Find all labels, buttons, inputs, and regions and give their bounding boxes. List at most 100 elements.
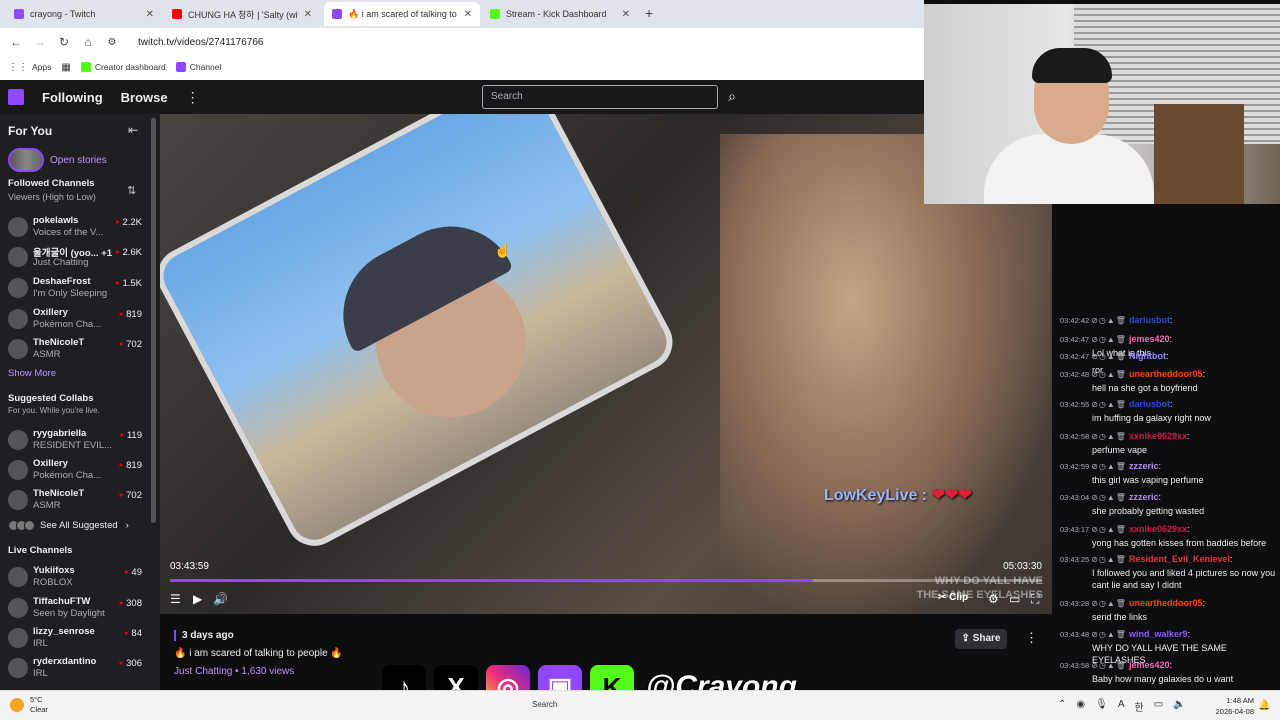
- nav-following[interactable]: Following: [42, 90, 103, 105]
- notification-icon[interactable]: 🔔: [1258, 700, 1270, 711]
- twitch-logo-icon[interactable]: [8, 89, 24, 105]
- chat-username[interactable]: zzzeric: [1129, 461, 1159, 471]
- followed-channel[interactable]: DeshaeFrost I'm Only Sleeping 1.5K: [8, 275, 148, 303]
- clip-label: Clip: [949, 592, 969, 603]
- video-player[interactable]: ☝ LowKeyLive : ❤❤❤ WHY DO YALL HAVE THE …: [160, 114, 1052, 614]
- chat-username[interactable]: wind_walker9: [1129, 629, 1188, 639]
- search-icon[interactable]: ⌕: [720, 85, 744, 109]
- chapters-icon[interactable]: ☰: [170, 592, 181, 606]
- tab-groups-icon[interactable]: ▦: [61, 62, 70, 73]
- close-tab-icon[interactable]: ✕: [146, 9, 154, 20]
- fullscreen-icon[interactable]: ⛶: [1031, 592, 1039, 607]
- taskbar-search[interactable]: Search: [532, 700, 557, 709]
- settings-gear-icon[interactable]: ⚙: [988, 592, 999, 606]
- new-tab-button[interactable]: +: [645, 5, 653, 21]
- tab-kick-dashboard[interactable]: Stream - Kick Dashboard ✕: [482, 2, 638, 26]
- tab-current-video[interactable]: 🔥 i am scared of talking to peo ✕: [324, 2, 480, 26]
- followed-channel[interactable]: 울개굴이 (yoo... +1 Just Chatting 2.6K: [8, 244, 148, 272]
- chat-username[interactable]: uneartheddoor05: [1129, 369, 1203, 379]
- chat-username[interactable]: zzzeric: [1129, 492, 1159, 502]
- mod-tools-icon[interactable]: ⊘◷▲🗑: [1091, 370, 1127, 379]
- clip-button[interactable]: ✂ Clip: [938, 592, 968, 603]
- avatar: [8, 460, 28, 480]
- network-icon[interactable]: ◉: [1076, 699, 1085, 714]
- back-icon[interactable]: ←: [4, 35, 28, 49]
- followed-channel[interactable]: TheNicoleT ASMR 702: [8, 336, 148, 364]
- chat-separator: :: [1158, 461, 1161, 471]
- mod-tools-icon[interactable]: ⊘◷▲🗑: [1091, 462, 1127, 471]
- suggested-channel[interactable]: TheNicoleT ASMR 702: [8, 487, 148, 515]
- theatre-mode-icon[interactable]: ▭: [1009, 592, 1020, 606]
- play-icon[interactable]: ▶: [193, 592, 202, 606]
- share-button[interactable]: ⇪ Share: [955, 629, 1007, 649]
- close-tab-icon[interactable]: ✕: [622, 9, 630, 20]
- sort-icon[interactable]: ⇅: [127, 184, 136, 197]
- display-icon[interactable]: ▭: [1154, 699, 1163, 714]
- weather-widget[interactable]: 5°C Clear: [10, 695, 48, 715]
- see-all-suggested-link[interactable]: See All Suggested ›: [8, 520, 129, 531]
- chat-message: 03:43:28 ⊘◷▲🗑 uneartheddoor05: send the li…: [1060, 597, 1276, 623]
- chat-separator: :: [1169, 315, 1173, 325]
- avatar: [8, 628, 28, 648]
- search-input[interactable]: Search: [482, 85, 718, 109]
- chat-username[interactable]: uneartheddoor05: [1129, 598, 1203, 608]
- mod-tools-icon[interactable]: ⊘◷▲🗑: [1091, 661, 1127, 670]
- chat-username[interactable]: xxnike0629xx: [1129, 431, 1187, 441]
- volume-icon[interactable]: 🔊: [213, 592, 228, 606]
- chat-username[interactable]: Resident_Evil_Kenievel: [1129, 554, 1230, 564]
- sidebar-scrollbar[interactable]: [151, 118, 156, 523]
- ime-icon[interactable]: 한: [1135, 699, 1144, 714]
- followed-channel[interactable]: Oxillery Pokémon Cha... 819: [8, 306, 148, 334]
- more-options-icon[interactable]: ⋮: [1025, 630, 1038, 646]
- forward-icon[interactable]: →: [28, 35, 52, 49]
- mod-tools-icon[interactable]: ⊘◷▲🗑: [1091, 555, 1127, 564]
- url-field[interactable]: twitch.tv/videos/2741176766: [138, 37, 263, 48]
- close-tab-icon[interactable]: ✕: [464, 9, 472, 20]
- bookmark-channel[interactable]: Channel: [175, 62, 221, 72]
- seek-bar[interactable]: [170, 579, 1042, 582]
- chat-username[interactable]: xxnike0629xx: [1129, 524, 1187, 534]
- site-info-icon[interactable]: ⚙: [100, 37, 124, 48]
- bookmark-creator-dashboard[interactable]: Creator dashboard: [80, 62, 166, 72]
- mod-tools-icon[interactable]: ⊘◷▲🗑: [1091, 400, 1127, 409]
- tab-chung-ha[interactable]: CHUNG HA 청하 | 'Salty (with ✕: [164, 2, 320, 26]
- chat-username[interactable]: jemes420: [1129, 660, 1170, 670]
- close-tab-icon[interactable]: ✕: [304, 9, 312, 20]
- show-more-link[interactable]: Show More: [8, 368, 56, 379]
- mod-tools-icon[interactable]: ⊘◷▲🗑: [1091, 316, 1127, 325]
- microphone-icon[interactable]: 🎙: [1095, 699, 1108, 714]
- mod-tools-icon[interactable]: ⊘◷▲🗑: [1091, 599, 1127, 608]
- mod-tools-icon[interactable]: ⊘◷▲🗑: [1091, 335, 1127, 344]
- speaker-icon[interactable]: 🔈: [1173, 699, 1185, 714]
- font-icon[interactable]: A: [1118, 699, 1125, 714]
- mod-tools-icon[interactable]: ⊘◷▲🗑: [1091, 493, 1127, 502]
- suggested-channel[interactable]: ryygabriella RESIDENT EVIL... 119: [8, 427, 148, 455]
- mod-tools-icon[interactable]: ⊘◷▲🗑: [1091, 352, 1127, 361]
- mod-tools-icon[interactable]: ⊘◷▲🗑: [1091, 432, 1127, 441]
- open-stories[interactable]: Open stories: [8, 148, 107, 172]
- chat-text: she probably getting wasted: [1092, 505, 1205, 516]
- chat-username[interactable]: jemes420: [1129, 334, 1170, 344]
- chat-username[interactable]: dariusbot: [1129, 315, 1170, 325]
- chat-username[interactable]: dariusbot: [1129, 399, 1170, 409]
- live-channel[interactable]: lizzy_senrose IRL 84: [8, 625, 148, 653]
- chat-username[interactable]: Nightbot: [1129, 351, 1166, 361]
- live-channel[interactable]: Yukiifoxs ROBLOX 49: [8, 564, 148, 592]
- home-icon[interactable]: ⌂: [76, 35, 100, 49]
- live-channel[interactable]: ryderxdantino IRL 306: [8, 655, 148, 683]
- elapsed-time: 03:43:59: [170, 561, 209, 572]
- clock[interactable]: 1:48 AM 2026-04-08: [1204, 695, 1254, 717]
- mod-tools-icon[interactable]: ⊘◷▲🗑: [1091, 630, 1127, 639]
- reload-icon[interactable]: ↻: [52, 35, 76, 49]
- nav-browse[interactable]: Browse: [121, 90, 168, 105]
- collapse-sidebar-icon[interactable]: ⇤: [128, 123, 138, 137]
- more-menu-icon[interactable]: ⋮: [186, 89, 200, 106]
- tab-crayong[interactable]: crayong - Twitch ✕: [6, 2, 162, 26]
- followed-channel[interactable]: pokelawls Voices of the V... 2.2K: [8, 214, 148, 242]
- bookmark-apps[interactable]: ⋮⋮ Apps: [8, 62, 51, 73]
- mod-tools-icon[interactable]: ⊘◷▲🗑: [1091, 525, 1127, 534]
- live-channel[interactable]: TiffachuFTW Seen by Daylight 308: [8, 595, 148, 623]
- suggested-channel[interactable]: Oxillery Pokémon Cha... 819: [8, 457, 148, 485]
- category-link[interactable]: Just Chatting: [174, 666, 232, 677]
- chevron-up-icon[interactable]: ⌃: [1058, 699, 1066, 714]
